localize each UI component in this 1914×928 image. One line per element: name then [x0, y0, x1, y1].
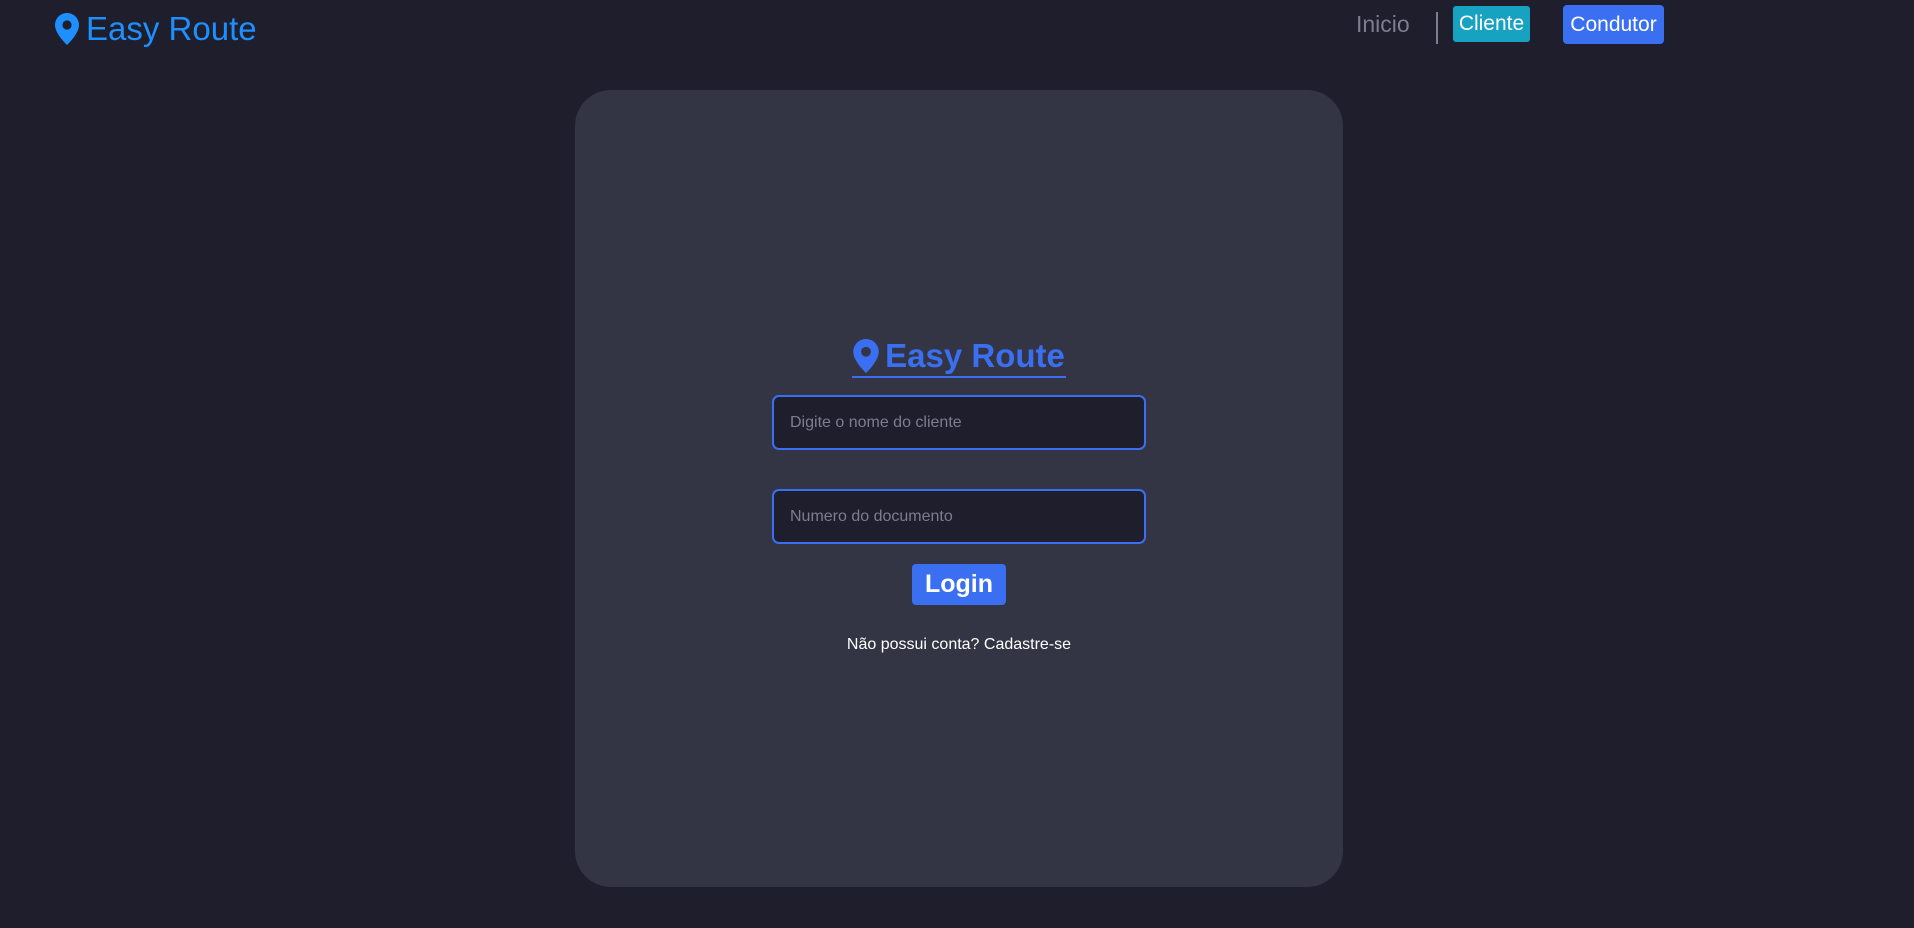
login-button[interactable]: Login: [912, 564, 1006, 605]
condutor-button[interactable]: Condutor: [1563, 5, 1664, 44]
brand-logo-link[interactable]: Easy Route: [54, 10, 257, 48]
top-navbar: Easy Route Inicio Cliente Condutor: [0, 0, 1914, 52]
document-number-input[interactable]: [772, 489, 1146, 544]
cliente-button[interactable]: Cliente: [1453, 6, 1530, 42]
signup-prompt-text: Não possui conta?: [846, 636, 980, 653]
map-marker-icon: [853, 339, 879, 373]
client-name-input[interactable]: [772, 395, 1146, 450]
map-marker-icon: [55, 13, 79, 45]
nav-link-inicio[interactable]: Inicio: [1356, 11, 1410, 38]
nav-divider: [1436, 12, 1438, 44]
login-card-brand-name: Easy Route: [885, 337, 1065, 374]
login-card-brand: Easy Route: [852, 336, 1066, 378]
signup-link[interactable]: Cadastre-se: [984, 636, 1071, 653]
brand-name: Easy Route: [86, 10, 257, 47]
signup-prompt: Não possui conta? Cadastre-se: [759, 636, 1159, 654]
